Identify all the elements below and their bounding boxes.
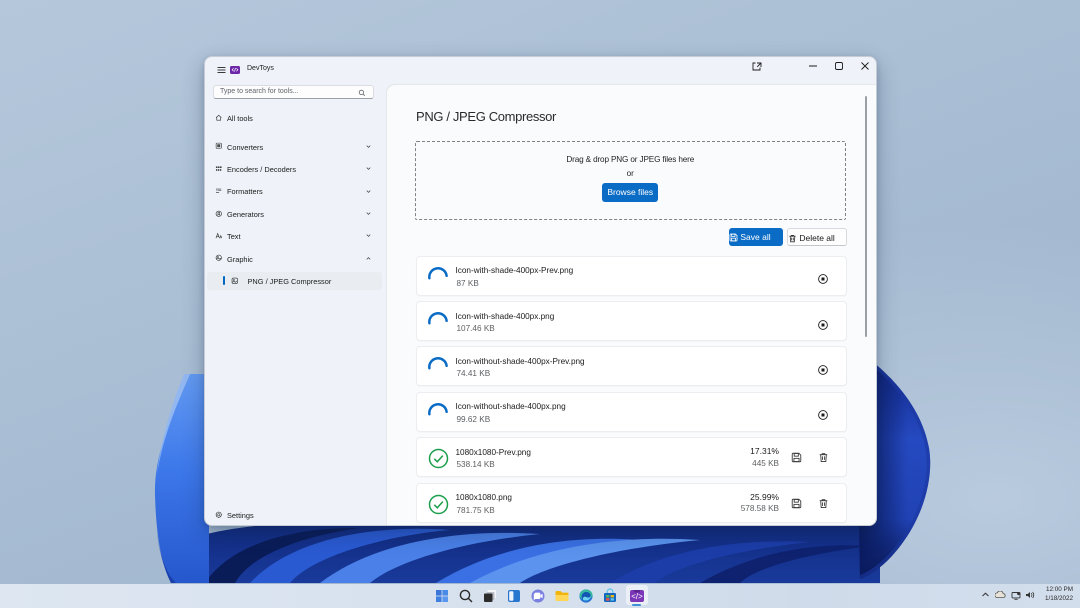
svg-text:</>: </>: [631, 592, 643, 601]
